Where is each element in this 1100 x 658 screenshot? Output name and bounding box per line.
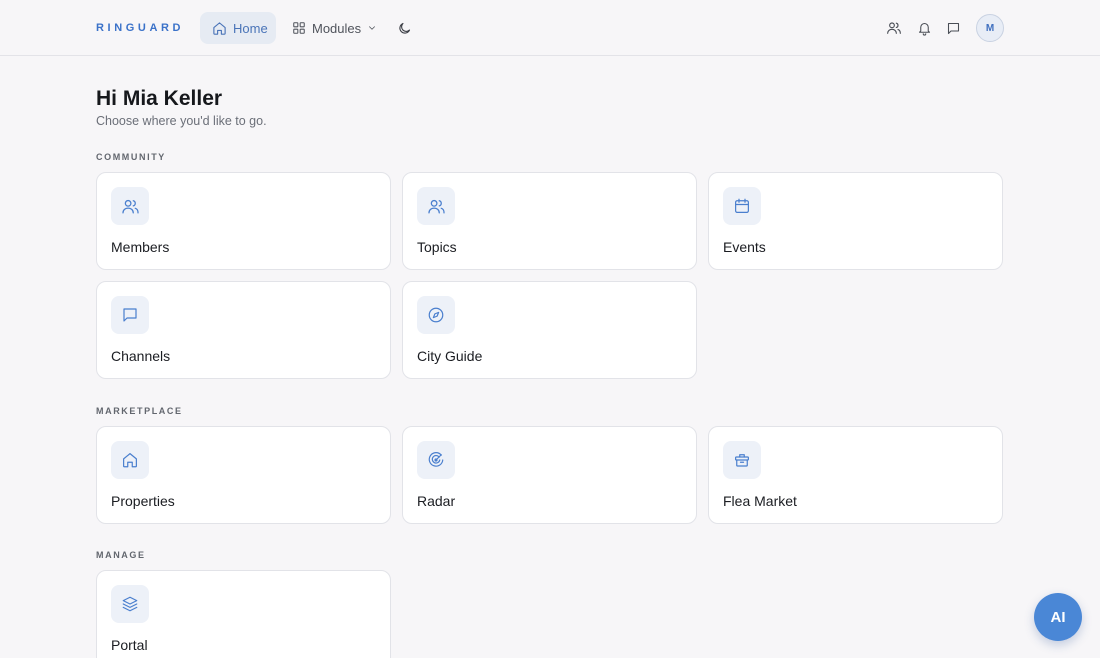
page-title: Hi Mia Keller xyxy=(96,87,223,110)
layers-icon xyxy=(111,585,149,623)
nav-modules-label: Modules xyxy=(312,20,362,36)
bell-icon xyxy=(917,21,932,36)
chevron-down-icon xyxy=(367,23,377,33)
house-icon xyxy=(111,441,149,479)
card-label: Events xyxy=(723,239,766,255)
calendar-icon xyxy=(723,187,761,225)
card-label: Radar xyxy=(417,493,456,509)
members-shortcut-button[interactable] xyxy=(882,16,906,40)
card-radar[interactable]: Radar xyxy=(402,426,697,524)
messages-button[interactable] xyxy=(941,16,965,40)
notifications-button[interactable] xyxy=(912,16,936,40)
section-label-marketplace: MARKETPLACE xyxy=(96,406,183,416)
page-subtitle: Choose where you'd like to go. xyxy=(96,114,267,128)
card-label: Properties xyxy=(111,493,175,509)
card-city-guide[interactable]: City Guide xyxy=(402,281,697,379)
users-icon xyxy=(886,20,902,36)
nav-home-label: Home xyxy=(233,20,268,36)
message-icon xyxy=(111,296,149,334)
ai-assistant-button[interactable]: AI xyxy=(1034,593,1082,641)
brand-logo[interactable]: RINGUARD xyxy=(96,22,184,34)
section-label-community: COMMUNITY xyxy=(96,152,166,162)
radar-icon xyxy=(417,441,455,479)
users-icon xyxy=(417,187,455,225)
card-properties[interactable]: Properties xyxy=(96,426,391,524)
basket-icon xyxy=(723,441,761,479)
card-label: Portal xyxy=(111,637,148,653)
card-label: City Guide xyxy=(417,348,483,364)
nav-home-button[interactable]: Home xyxy=(200,12,276,44)
moon-icon xyxy=(397,21,412,36)
theme-toggle-button[interactable] xyxy=(392,16,416,40)
compass-icon xyxy=(417,296,455,334)
card-label: Flea Market xyxy=(723,493,797,509)
card-events[interactable]: Events xyxy=(708,172,1003,270)
top-navigation-bar: RINGUARD Home Modules M xyxy=(0,0,1100,56)
user-avatar[interactable]: M xyxy=(976,14,1004,42)
card-label: Members xyxy=(111,239,170,255)
nav-modules-dropdown[interactable]: Modules xyxy=(286,12,383,44)
message-icon xyxy=(946,21,961,36)
card-label: Topics xyxy=(417,239,457,255)
card-topics[interactable]: Topics xyxy=(402,172,697,270)
card-channels[interactable]: Channels xyxy=(96,281,391,379)
card-portal[interactable]: Portal xyxy=(96,570,391,658)
section-label-manage: MANAGE xyxy=(96,550,146,560)
card-members[interactable]: Members xyxy=(96,172,391,270)
card-flea-market[interactable]: Flea Market xyxy=(708,426,1003,524)
house-icon xyxy=(212,21,227,36)
card-label: Channels xyxy=(111,348,171,364)
grid-icon xyxy=(292,21,306,35)
users-icon xyxy=(111,187,149,225)
